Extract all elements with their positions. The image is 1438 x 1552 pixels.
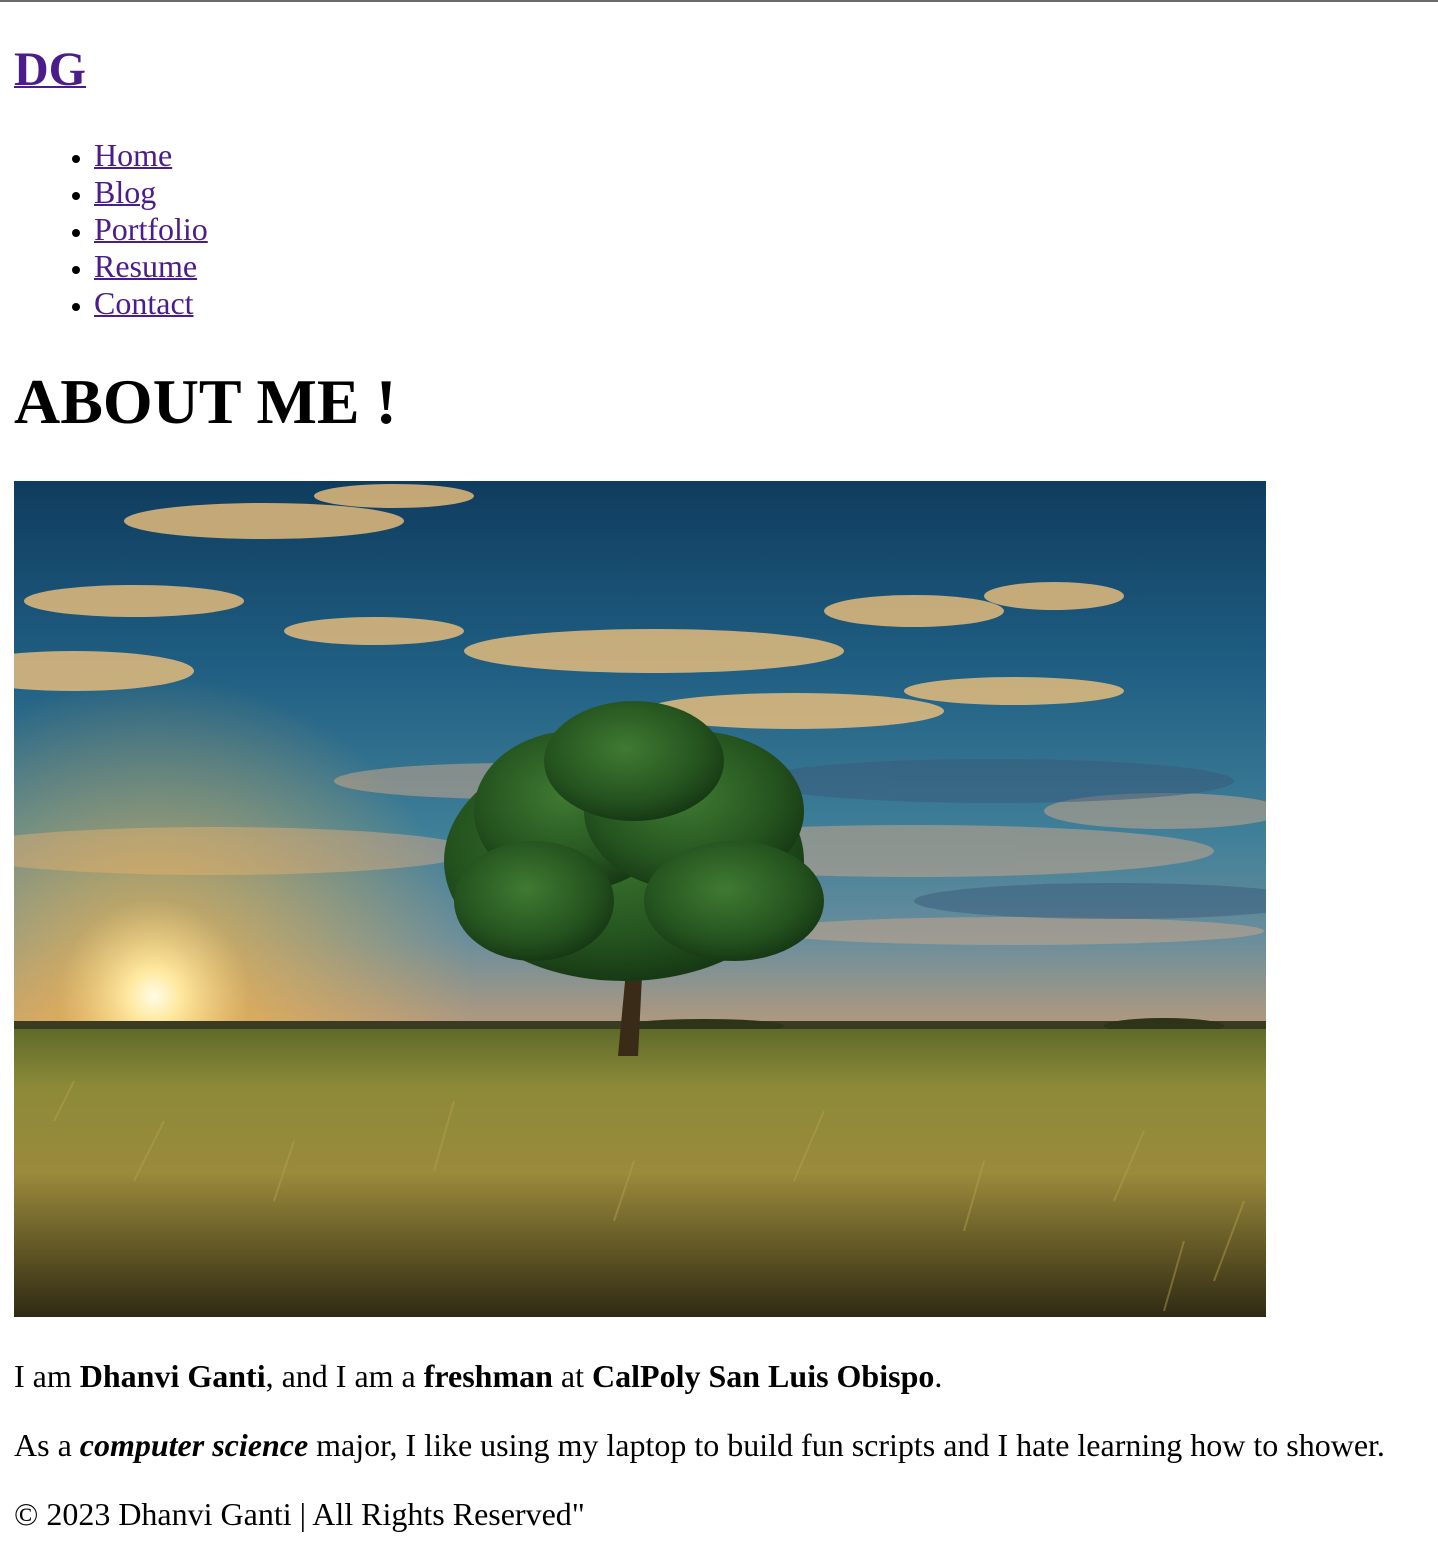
site-logo: DG <box>14 42 86 98</box>
nav-item-portfolio: Portfolio <box>94 211 208 248</box>
nav-item-resume: Resume <box>94 248 208 285</box>
major-text-2: major, I like using my laptop to build f… <box>308 1427 1385 1463</box>
intro-text-2: , and I am a <box>265 1358 424 1394</box>
intro-text-3: at <box>552 1358 593 1394</box>
nav-link-contact[interactable]: Contact <box>94 285 194 321</box>
class-year: freshman <box>423 1358 553 1394</box>
nav-link-blog[interactable]: Blog <box>94 174 156 210</box>
nav-link-resume[interactable]: Resume <box>94 248 197 284</box>
intro-text-4: . <box>934 1358 943 1394</box>
intro-text-1: I am <box>14 1358 80 1394</box>
nav-link-home[interactable]: Home <box>94 137 172 173</box>
page-title: ABOUT ME ! <box>14 366 397 437</box>
nav-item-blog: Blog <box>94 174 208 211</box>
major-name: computer science <box>79 1427 309 1463</box>
nav-item-contact: Contact <box>94 285 208 322</box>
logo-link[interactable]: DG <box>14 43 86 96</box>
top-divider <box>0 0 1438 2</box>
hero-image <box>14 481 1266 1317</box>
school-name: CalPoly San Luis Obispo <box>592 1358 935 1394</box>
main-nav: Home Blog Portfolio Resume Contact <box>0 137 208 322</box>
intro-paragraph: I am Dhanvi Ganti, and I am a freshman a… <box>14 1356 942 1396</box>
author-name: Dhanvi Ganti <box>79 1358 266 1394</box>
nav-item-home: Home <box>94 137 208 174</box>
landscape-photo-icon <box>14 481 1266 1317</box>
major-paragraph: As a computer science major, I like usin… <box>14 1425 1385 1465</box>
nav-link-portfolio[interactable]: Portfolio <box>94 211 208 247</box>
footer-copyright: © 2023 Dhanvi Ganti | All Rights Reserve… <box>14 1496 585 1532</box>
major-text-1: As a <box>14 1427 80 1463</box>
